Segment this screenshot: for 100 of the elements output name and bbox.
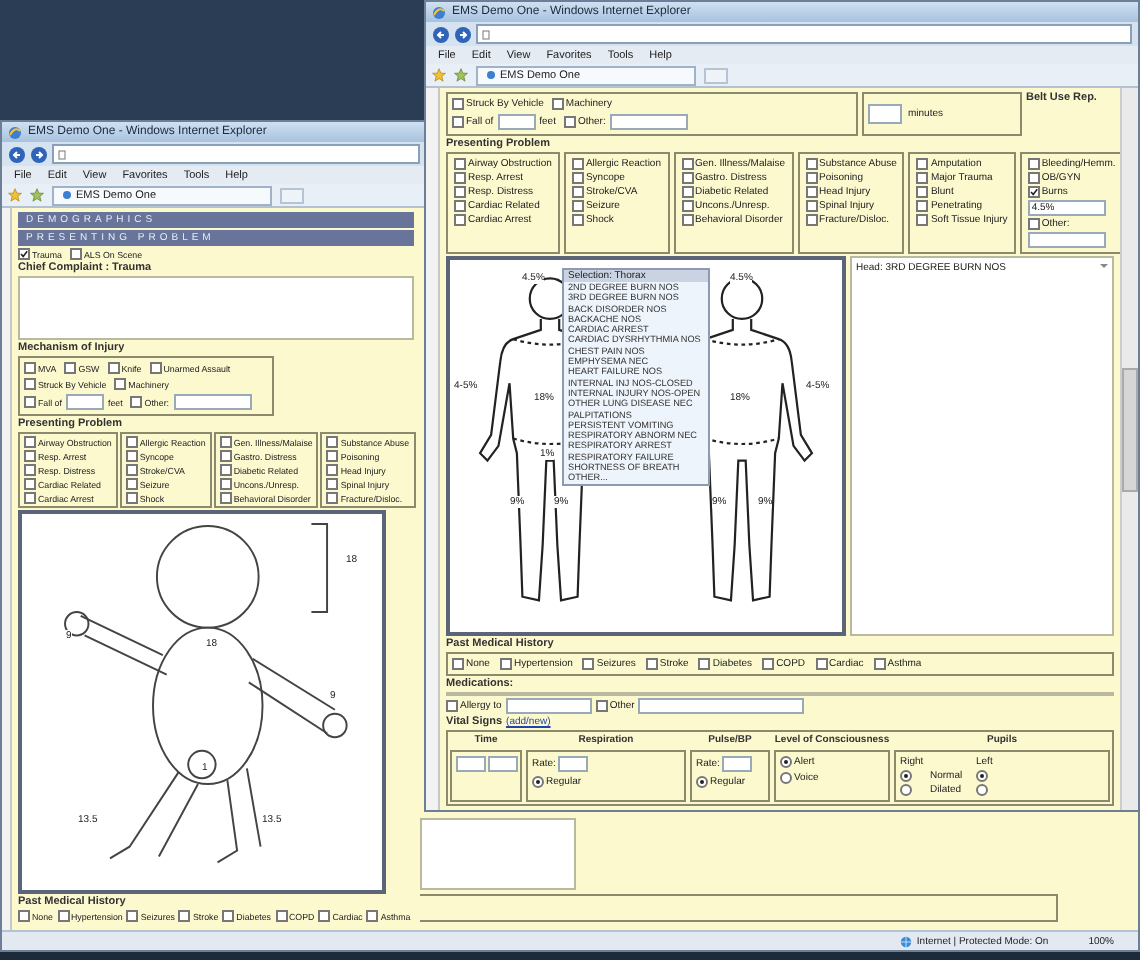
checkbox[interactable] [805,214,818,226]
checkbox[interactable] [130,396,143,408]
forward-icon[interactable] [30,145,48,163]
back-icon[interactable] [8,145,26,163]
checkbox[interactable] [698,658,711,670]
checkbox[interactable] [454,214,466,226]
checkbox[interactable] [805,172,818,184]
checkbox[interactable] [24,464,36,476]
checkbox[interactable] [582,658,595,670]
checkbox[interactable] [24,450,36,462]
checkbox[interactable] [454,186,466,198]
checkbox[interactable] [24,362,36,374]
checkbox[interactable] [125,492,138,504]
radio-button[interactable] [976,770,988,782]
checkbox[interactable] [24,436,36,448]
star-icon[interactable] [432,68,446,82]
checkbox[interactable] [24,396,36,408]
input-field[interactable] [868,104,902,124]
checkbox[interactable] [125,450,138,462]
checkbox[interactable] [916,172,929,184]
radio-button[interactable] [900,784,912,796]
checkbox[interactable] [18,910,30,922]
forward-icon[interactable] [454,25,472,43]
checkbox[interactable] [64,362,77,374]
checkbox[interactable] [57,910,69,922]
back-icon[interactable] [432,25,450,43]
checkbox[interactable] [571,186,584,198]
checkbox[interactable] [873,658,886,670]
checkbox[interactable] [125,464,138,476]
address-field[interactable] [52,144,420,164]
checkbox[interactable] [24,378,36,390]
checkbox[interactable] [916,186,929,198]
star-icon[interactable] [8,188,22,202]
add-favorite-icon[interactable] [454,68,468,82]
checkbox[interactable] [69,248,82,260]
input-field[interactable] [65,394,104,410]
checkbox[interactable] [681,214,693,226]
checkbox[interactable] [1027,186,1040,198]
checkbox[interactable] [805,200,818,212]
checkbox[interactable] [446,700,458,712]
checkbox[interactable] [681,172,693,184]
checkbox[interactable] [762,658,775,670]
checkbox[interactable] [318,910,331,922]
input-field[interactable] [488,756,518,772]
checkbox[interactable] [571,200,584,212]
checkbox[interactable] [1027,172,1040,184]
input-field[interactable] [456,756,486,772]
checkbox[interactable] [326,492,339,504]
checkbox[interactable] [24,492,36,504]
input-field[interactable] [1027,232,1106,248]
checkbox[interactable] [916,200,929,212]
scroll-thumb[interactable] [1122,368,1138,492]
checkbox[interactable] [149,362,162,374]
checkbox[interactable] [499,658,512,670]
checkbox[interactable] [18,248,30,260]
checkbox[interactable] [366,910,379,922]
input-field[interactable] [609,114,688,130]
checkbox[interactable] [595,700,608,712]
checkbox[interactable] [916,158,929,170]
input-field[interactable] [505,698,592,714]
checkbox[interactable] [326,464,339,476]
checkbox[interactable] [452,98,464,110]
checkbox[interactable] [645,658,658,670]
checkbox[interactable] [454,172,466,184]
checkbox[interactable] [219,478,232,490]
radio-button[interactable] [532,776,544,788]
checkbox[interactable] [219,436,232,448]
radio-button[interactable] [696,776,708,788]
checkbox[interactable] [114,378,127,390]
checkbox[interactable] [107,362,120,374]
checkbox[interactable] [551,98,564,110]
add-favorite-icon[interactable] [30,188,44,202]
checkbox[interactable] [681,186,693,198]
address-field[interactable] [476,24,1132,44]
radio-button[interactable] [780,772,792,784]
checkbox[interactable] [222,910,235,922]
checkbox[interactable] [805,186,818,198]
radio-button[interactable] [900,770,912,782]
radio-button[interactable] [780,756,792,768]
checkbox[interactable] [326,478,339,490]
input-field[interactable] [557,756,588,772]
checkbox[interactable] [681,158,693,170]
input-field[interactable] [173,394,251,410]
checkbox[interactable] [275,910,288,922]
checkbox[interactable] [681,200,693,212]
radio-button[interactable] [976,784,988,796]
checkbox[interactable] [219,464,232,476]
checkbox[interactable] [219,492,232,504]
checkbox[interactable] [452,116,464,128]
checkbox[interactable] [125,478,138,490]
checkbox[interactable] [126,910,139,922]
checkbox[interactable] [125,436,138,448]
checkbox[interactable] [916,214,929,226]
checkbox[interactable] [24,478,36,490]
checkbox[interactable] [571,158,584,170]
input-field[interactable] [721,756,752,772]
checkbox[interactable] [326,450,339,462]
checkbox[interactable] [454,200,466,212]
checkbox[interactable] [178,910,191,922]
checkbox[interactable] [571,172,584,184]
